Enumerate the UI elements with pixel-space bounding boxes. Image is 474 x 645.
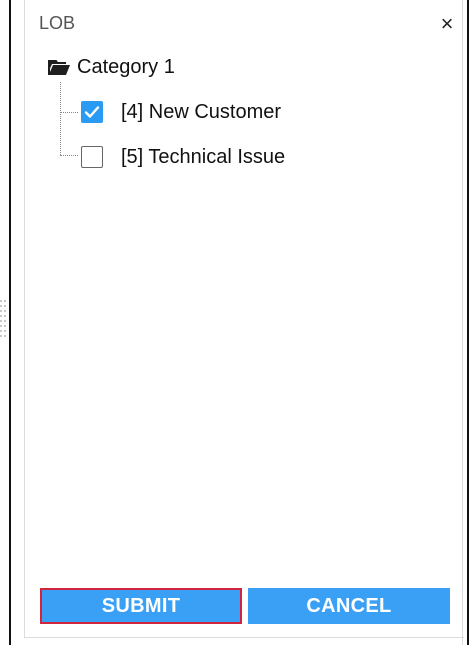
- frame-bottom-border: [24, 637, 464, 638]
- cancel-button[interactable]: CANCEL: [248, 588, 450, 624]
- lob-dialog: LOB × Category 1 [4] New Customer [5] Te…: [24, 0, 465, 637]
- tree-item-label: [4] New Customer: [121, 100, 282, 123]
- tree-node-category-1[interactable]: Category 1: [47, 52, 175, 82]
- frame-left-border: [9, 0, 11, 645]
- tree-item-technical-issue[interactable]: [5] Technical Issue: [81, 142, 285, 172]
- page: LOB × Category 1 [4] New Customer [5] Te…: [0, 0, 474, 645]
- tree-connector: [60, 112, 78, 113]
- close-icon[interactable]: ×: [435, 12, 459, 36]
- checkbox-new-customer[interactable]: [81, 101, 103, 123]
- dialog-title: LOB: [39, 13, 76, 33]
- checkbox-technical-issue[interactable]: [81, 146, 103, 168]
- tree-item-new-customer[interactable]: [4] New Customer: [81, 97, 281, 127]
- tree-connector: [60, 155, 78, 156]
- folder-open-icon: [48, 60, 70, 75]
- tree-item-label: [5] Technical Issue: [121, 145, 286, 168]
- checkmark-icon: [84, 106, 100, 118]
- resize-grip-icon[interactable]: [0, 300, 8, 340]
- tree-connector: [60, 82, 61, 155]
- dialog-header: LOB ×: [25, 0, 465, 44]
- frame-right-border: [467, 0, 469, 645]
- tree-node-label: Category 1: [77, 55, 175, 78]
- submit-button[interactable]: SUBMIT: [40, 588, 242, 624]
